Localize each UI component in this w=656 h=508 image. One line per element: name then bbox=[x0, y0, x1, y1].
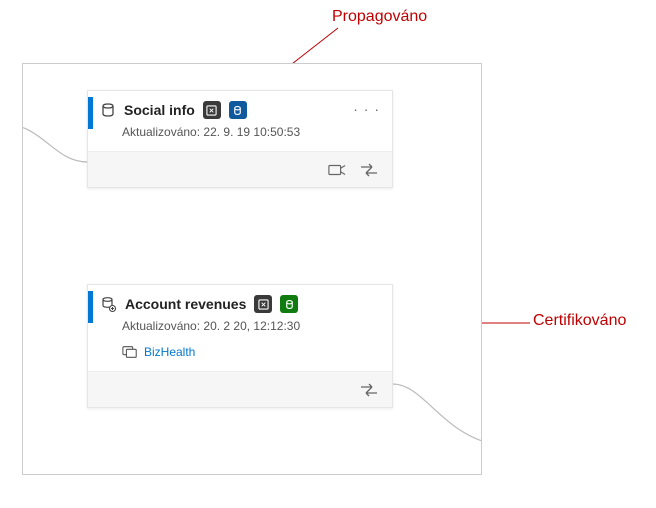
card-updated: Aktualizováno: 22. 9. 19 10:50:53 bbox=[110, 119, 392, 151]
sensitivity-label-icon bbox=[203, 101, 221, 119]
card-updated: Aktualizováno: 20. 2 20, 12:12:30 bbox=[110, 313, 392, 345]
lineage-icon[interactable] bbox=[360, 163, 378, 177]
card-title: Account revenues bbox=[125, 296, 246, 312]
more-options-button[interactable]: · · · bbox=[353, 101, 380, 117]
card-title: Social info bbox=[124, 102, 195, 118]
dataset-icon bbox=[100, 102, 116, 118]
lineage-icon[interactable] bbox=[360, 383, 378, 397]
card-social-info[interactable]: Social info · · · Aktualizováno: 22. 9. … bbox=[87, 90, 393, 188]
card-header: Account revenues bbox=[88, 285, 392, 313]
card-footer bbox=[88, 151, 392, 187]
card-footer bbox=[88, 371, 392, 407]
workspace-link[interactable]: BizHealth bbox=[144, 345, 195, 359]
sensitivity-label-icon bbox=[254, 295, 272, 313]
share-icon[interactable] bbox=[328, 162, 346, 178]
workspace-icon bbox=[122, 345, 138, 359]
card-header: Social info · · · bbox=[88, 91, 392, 119]
promoted-icon bbox=[229, 101, 247, 119]
card-account-revenues[interactable]: Account revenues Aktualizováno: 20. 2 20… bbox=[87, 284, 393, 408]
card-workspace-link-row: BizHealth bbox=[110, 345, 392, 371]
dataset-shared-icon bbox=[100, 296, 117, 313]
certified-icon bbox=[280, 295, 298, 313]
lineage-canvas: Social info · · · Aktualizováno: 22. 9. … bbox=[22, 63, 482, 475]
